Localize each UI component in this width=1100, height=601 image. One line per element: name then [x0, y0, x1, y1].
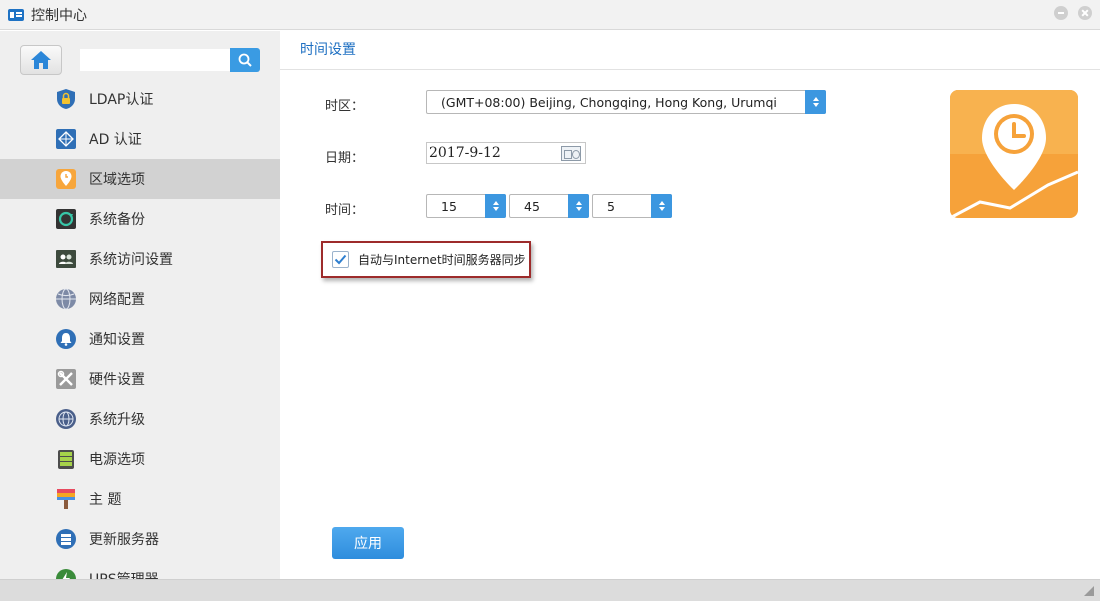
sidebar-item-label: 主 题 [89, 492, 122, 508]
hour-stepper[interactable]: 15 [426, 194, 506, 218]
search-button[interactable] [230, 48, 260, 72]
sidebar-item-label: 更新服务器 [89, 532, 159, 548]
sidebar: LDAP认证 AD 认证 区域选项 系统备份 系统访问设置 网络配置 通知设置 … [0, 31, 280, 579]
theme-brush-icon [54, 487, 78, 511]
hour-spinner[interactable] [485, 194, 506, 218]
minute-value: 45 [524, 198, 540, 214]
search-icon [238, 53, 252, 67]
sidebar-item-notify[interactable]: 通知设置 [0, 319, 280, 359]
sync-checkbox[interactable] [332, 251, 349, 268]
date-field[interactable]: 2017-9-12 [426, 142, 586, 164]
users-access-icon [54, 247, 78, 271]
second-value: 5 [607, 198, 615, 214]
sidebar-item-label: 网络配置 [89, 292, 145, 308]
minimize-icon[interactable] [1054, 6, 1068, 20]
page-title: 时间设置 [300, 42, 356, 58]
sidebar-nav: LDAP认证 AD 认证 区域选项 系统备份 系统访问设置 网络配置 通知设置 … [0, 79, 280, 579]
sidebar-item-label: 系统备份 [89, 212, 145, 228]
home-icon [31, 51, 51, 69]
sidebar-item-label: LDAP认证 [89, 92, 154, 108]
globe-network-icon [54, 287, 78, 311]
window-controls [1054, 6, 1092, 20]
calendar-icon[interactable] [561, 146, 581, 161]
hour-value: 15 [441, 198, 457, 214]
sidebar-item-theme[interactable]: 主 题 [0, 479, 280, 519]
tools-icon [54, 367, 78, 391]
main-panel: 时间设置 时区： (GMT+08:00) Beijing, Chongqing,… [280, 31, 1100, 579]
date-value: 2017-9-12 [429, 145, 501, 161]
bell-icon [54, 327, 78, 351]
date-label: 日期： [325, 151, 365, 166]
checkmark-icon [334, 254, 347, 265]
timezone-value: (GMT+08:00) Beijing, Chongqing, Hong Kon… [441, 94, 777, 110]
chevron-down-icon [812, 103, 819, 107]
chevron-up-icon [575, 201, 582, 205]
timezone-label: 时区： [325, 99, 365, 114]
region-map-pin-clock-icon [950, 90, 1078, 218]
sidebar-item-label: UPS管理器 [89, 569, 159, 579]
ldap-lock-icon [54, 87, 78, 111]
control-panel-icon [8, 8, 24, 21]
chevron-up-icon [658, 201, 665, 205]
window-title: 控制中心 [31, 7, 87, 24]
sidebar-item-ldap[interactable]: LDAP认证 [0, 79, 280, 119]
minute-stepper[interactable]: 45 [509, 194, 589, 218]
ups-icon [54, 567, 78, 579]
sidebar-item-update-server[interactable]: 更新服务器 [0, 519, 280, 559]
sidebar-item-ad[interactable]: AD 认证 [0, 119, 280, 159]
sidebar-item-label: 电源选项 [89, 452, 145, 468]
sidebar-item-label: 通知设置 [89, 332, 145, 348]
sidebar-item-network[interactable]: 网络配置 [0, 279, 280, 319]
close-icon[interactable] [1078, 6, 1092, 20]
second-spinner[interactable] [651, 194, 672, 218]
apply-button[interactable]: 应用 [332, 527, 404, 559]
backup-icon [54, 207, 78, 231]
ad-network-icon [54, 127, 78, 151]
minute-spinner[interactable] [568, 194, 589, 218]
resize-grip-icon[interactable] [1084, 586, 1094, 596]
chevron-down-icon [492, 207, 499, 211]
sidebar-item-label: 系统访问设置 [89, 252, 173, 268]
upgrade-globe-icon [54, 407, 78, 431]
sync-label[interactable]: 自动与Internet时间服务器同步 [358, 251, 526, 268]
sidebar-item-label: 系统升级 [89, 412, 145, 428]
sidebar-item-backup[interactable]: 系统备份 [0, 199, 280, 239]
status-bar [0, 579, 1100, 601]
sidebar-item-ups[interactable]: UPS管理器 [0, 559, 280, 579]
region-clock-icon [54, 167, 78, 191]
sidebar-item-region[interactable]: 区域选项 [0, 159, 280, 199]
sidebar-item-power[interactable]: 电源选项 [0, 439, 280, 479]
sidebar-item-label: 区域选项 [89, 172, 145, 188]
sidebar-item-label: AD 认证 [89, 132, 142, 148]
search-input[interactable] [80, 49, 230, 71]
sync-option-highlight: 自动与Internet时间服务器同步 [321, 241, 531, 278]
sidebar-item-access[interactable]: 系统访问设置 [0, 239, 280, 279]
time-label: 时间： [325, 203, 365, 218]
sidebar-item-label: 硬件设置 [89, 372, 145, 388]
title-divider [280, 69, 1100, 70]
sidebar-item-upgrade[interactable]: 系统升级 [0, 399, 280, 439]
timezone-spinner[interactable] [805, 90, 826, 114]
second-stepper[interactable]: 5 [592, 194, 672, 218]
power-battery-icon [54, 447, 78, 471]
chevron-up-icon [492, 201, 499, 205]
chevron-up-icon [812, 97, 819, 101]
title-bar: 控制中心 [0, 0, 1100, 30]
chevron-down-icon [575, 207, 582, 211]
sidebar-item-hardware[interactable]: 硬件设置 [0, 359, 280, 399]
chevron-down-icon [658, 207, 665, 211]
home-button[interactable] [20, 45, 62, 75]
timezone-select[interactable]: (GMT+08:00) Beijing, Chongqing, Hong Kon… [426, 90, 826, 114]
update-server-icon [54, 527, 78, 551]
